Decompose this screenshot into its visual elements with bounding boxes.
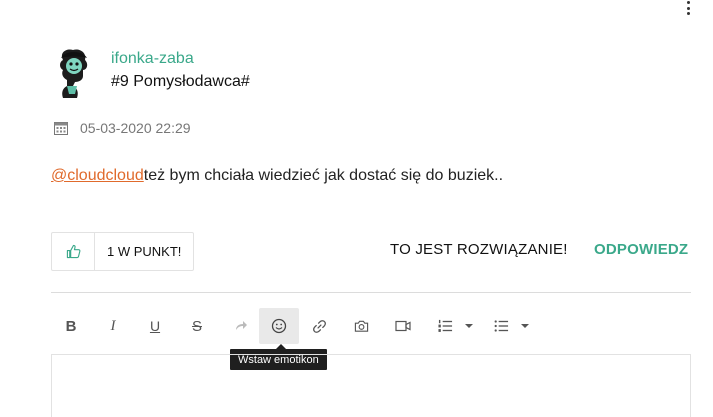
mention-link[interactable]: @cloudcloud	[51, 167, 144, 184]
avatar[interactable]	[53, 46, 95, 100]
link-button[interactable]	[305, 308, 333, 344]
post-message-text: też bym chciała wiedzieć jak dostać się …	[143, 167, 504, 184]
ordered-list-icon	[437, 319, 452, 332]
image-button[interactable]	[347, 308, 375, 344]
reply-editor[interactable]	[51, 354, 691, 417]
emoji-icon	[271, 318, 287, 334]
points-button[interactable]: 1 W PUNKT!	[95, 233, 193, 270]
vote-box: 1 W PUNKT!	[51, 232, 195, 271]
thumbs-up-icon	[66, 244, 80, 259]
author-username[interactable]: ifonka-zaba	[111, 50, 194, 68]
editor-toolbar: B I U S	[51, 308, 691, 344]
ordered-list-dropdown[interactable]	[461, 308, 477, 344]
reply-button[interactable]: ODPOWIEDZ	[594, 241, 688, 258]
divider	[51, 292, 691, 293]
post-message: @cloudcloudteż bym chciała wiedzieć jak …	[51, 167, 503, 185]
redo-icon	[236, 321, 247, 330]
post-date: 05-03-2020 22:29	[80, 120, 191, 136]
more-options-icon[interactable]	[684, 1, 692, 15]
mark-solution-button[interactable]: TO JEST ROZWIĄZANIE!	[390, 241, 568, 258]
redo-button[interactable]	[227, 308, 255, 344]
video-icon	[395, 320, 411, 332]
bold-button[interactable]: B	[57, 308, 85, 344]
bullet-list-icon	[494, 320, 508, 332]
chevron-down-icon	[521, 324, 529, 328]
post-date-row: 05-03-2020 22:29	[53, 120, 191, 136]
ordered-list-button[interactable]	[431, 308, 459, 344]
bullet-list-button[interactable]	[487, 308, 515, 344]
calendar-icon	[54, 122, 68, 135]
video-button[interactable]	[389, 308, 417, 344]
strikethrough-button[interactable]: S	[183, 308, 211, 344]
italic-button[interactable]: I	[99, 308, 127, 344]
emoji-button[interactable]	[259, 308, 299, 344]
camera-icon	[354, 320, 368, 332]
bullet-list-dropdown[interactable]	[517, 308, 533, 344]
underline-button[interactable]: U	[141, 308, 169, 344]
chevron-down-icon	[465, 324, 473, 328]
author-rank: #9 Pomysłodawca#	[111, 73, 250, 90]
link-icon	[312, 319, 326, 333]
like-button[interactable]	[52, 233, 95, 270]
